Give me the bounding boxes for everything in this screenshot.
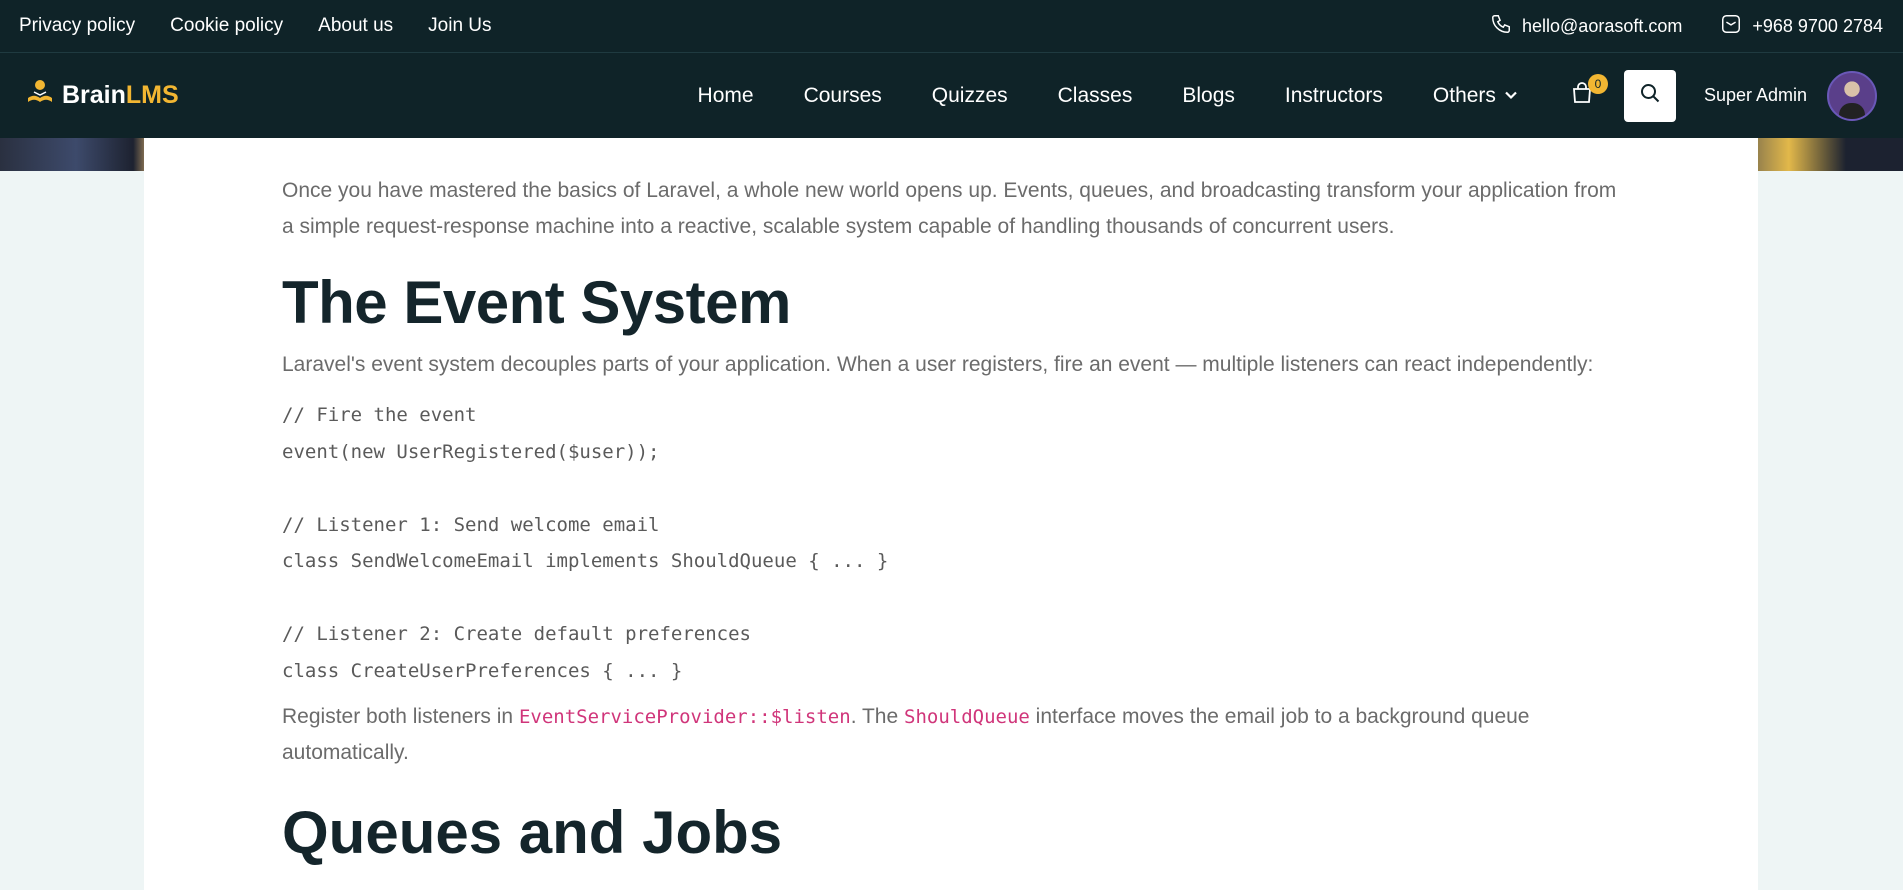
logo-lms-text: LMS xyxy=(125,81,179,109)
book-logo-icon xyxy=(24,76,56,115)
privacy-policy-link[interactable]: Privacy policy xyxy=(19,15,135,37)
intro-paragraph: Once you have mastered the basics of Lar… xyxy=(282,179,1617,238)
section-heading: The Event System xyxy=(282,269,791,336)
cart-count-badge: 0 xyxy=(1587,73,1608,94)
phone-contact[interactable]: +968 9700 2784 xyxy=(1720,13,1883,40)
article-body: Once you have mastered the basics of Lar… xyxy=(282,173,1622,865)
logo-brain-text: Brain xyxy=(62,81,126,109)
join-us-link[interactable]: Join Us xyxy=(428,15,491,37)
message-icon xyxy=(1720,13,1742,40)
nav-courses[interactable]: Courses xyxy=(804,84,882,108)
register-text-pre: Register both listeners in xyxy=(282,705,519,728)
nav-others-label: Others xyxy=(1432,83,1496,107)
event-paragraph: Laravel's event system decouples parts o… xyxy=(282,353,1594,376)
next-section-heading: Queues and Jobs xyxy=(282,799,783,866)
register-paragraph: Register both listeners in EventServiceP… xyxy=(282,699,1622,771)
cookie-policy-link[interactable]: Cookie policy xyxy=(170,15,283,37)
nav-others-dropdown[interactable]: Others xyxy=(1433,84,1518,108)
about-us-link[interactable]: About us xyxy=(318,15,393,37)
nav-menu: Home Courses Quizzes Classes Blogs Instr… xyxy=(698,84,1518,108)
nav-classes[interactable]: Classes xyxy=(1058,84,1133,108)
chevron-down-icon xyxy=(1504,84,1518,108)
main-navbar: Brain LMS Home Courses Quizzes Classes Bl… xyxy=(0,53,1903,138)
email-contact[interactable]: hello@aorasoft.com xyxy=(1490,13,1682,40)
cart-button[interactable]: 0 xyxy=(1566,73,1608,112)
user-name[interactable]: Super Admin xyxy=(1704,85,1807,106)
inline-code-shouldqueue: ShouldQueue xyxy=(904,706,1030,728)
phone-icon xyxy=(1490,13,1512,40)
email-text: hello@aorasoft.com xyxy=(1522,15,1683,36)
nav-blogs[interactable]: Blogs xyxy=(1182,84,1235,108)
top-bar: Privacy policy Cookie policy About us Jo… xyxy=(0,0,1903,53)
brand-logo[interactable]: Brain LMS xyxy=(24,76,179,115)
top-links: Privacy policy Cookie policy About us Jo… xyxy=(19,15,492,37)
code-block: // Fire the event event(new UserRegister… xyxy=(282,404,889,682)
nav-home[interactable]: Home xyxy=(698,84,754,108)
search-button[interactable] xyxy=(1623,69,1676,122)
register-text-mid: . The xyxy=(850,705,904,728)
phone-text: +968 9700 2784 xyxy=(1752,15,1883,36)
inline-code-listen: EventServiceProvider::$listen xyxy=(518,706,851,728)
contact-info: hello@aorasoft.com +968 9700 2784 xyxy=(1490,13,1883,40)
article-card: Once you have mastered the basics of Lar… xyxy=(144,138,1758,890)
search-icon xyxy=(1639,82,1661,109)
user-avatar[interactable] xyxy=(1827,70,1877,121)
nav-quizzes[interactable]: Quizzes xyxy=(932,84,1008,108)
nav-instructors[interactable]: Instructors xyxy=(1285,84,1383,108)
